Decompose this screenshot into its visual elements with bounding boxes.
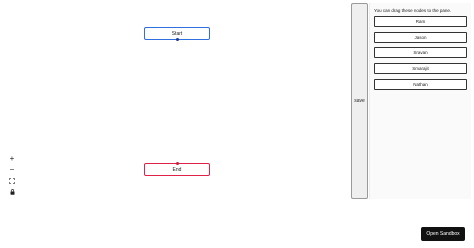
zoom-in-icon[interactable]: + — [6, 153, 18, 164]
palette-node-ram[interactable]: Ram — [374, 16, 467, 27]
save-button[interactable]: save — [351, 3, 368, 199]
zoom-out-icon[interactable]: − — [6, 164, 18, 175]
end-node-target-handle[interactable] — [175, 162, 179, 165]
palette-node-smarajit[interactable]: Smarajit — [374, 63, 467, 75]
palette-node-nathan[interactable]: Nathan — [374, 78, 467, 90]
pane-description: You can drag these nodes to the pane. — [374, 8, 452, 13]
fit-view-icon-svg — [9, 177, 15, 184]
end-node-label: End — [172, 166, 182, 173]
lock-icon[interactable] — [6, 186, 18, 197]
start-node-label: Start — [171, 30, 183, 37]
start-node[interactable]: Start — [144, 27, 210, 41]
palette-node-sravan[interactable]: Sravan — [374, 47, 467, 59]
fit-view-icon[interactable] — [6, 175, 18, 186]
node-palette-pane: You can drag these nodes to the pane. Ra… — [369, 3, 471, 199]
end-node[interactable]: End — [144, 162, 210, 176]
lock-icon-svg — [10, 188, 14, 195]
flow-controls: + − — [6, 153, 18, 197]
palette-node-jason[interactable]: Jason — [374, 31, 467, 43]
start-node-source-handle[interactable] — [175, 38, 179, 41]
app-root: Start End + − save You can drag these no… — [0, 0, 474, 248]
flow-canvas[interactable]: Start End + − — [0, 0, 350, 248]
open-sandbox-button[interactable]: Open Sandbox — [421, 227, 465, 241]
